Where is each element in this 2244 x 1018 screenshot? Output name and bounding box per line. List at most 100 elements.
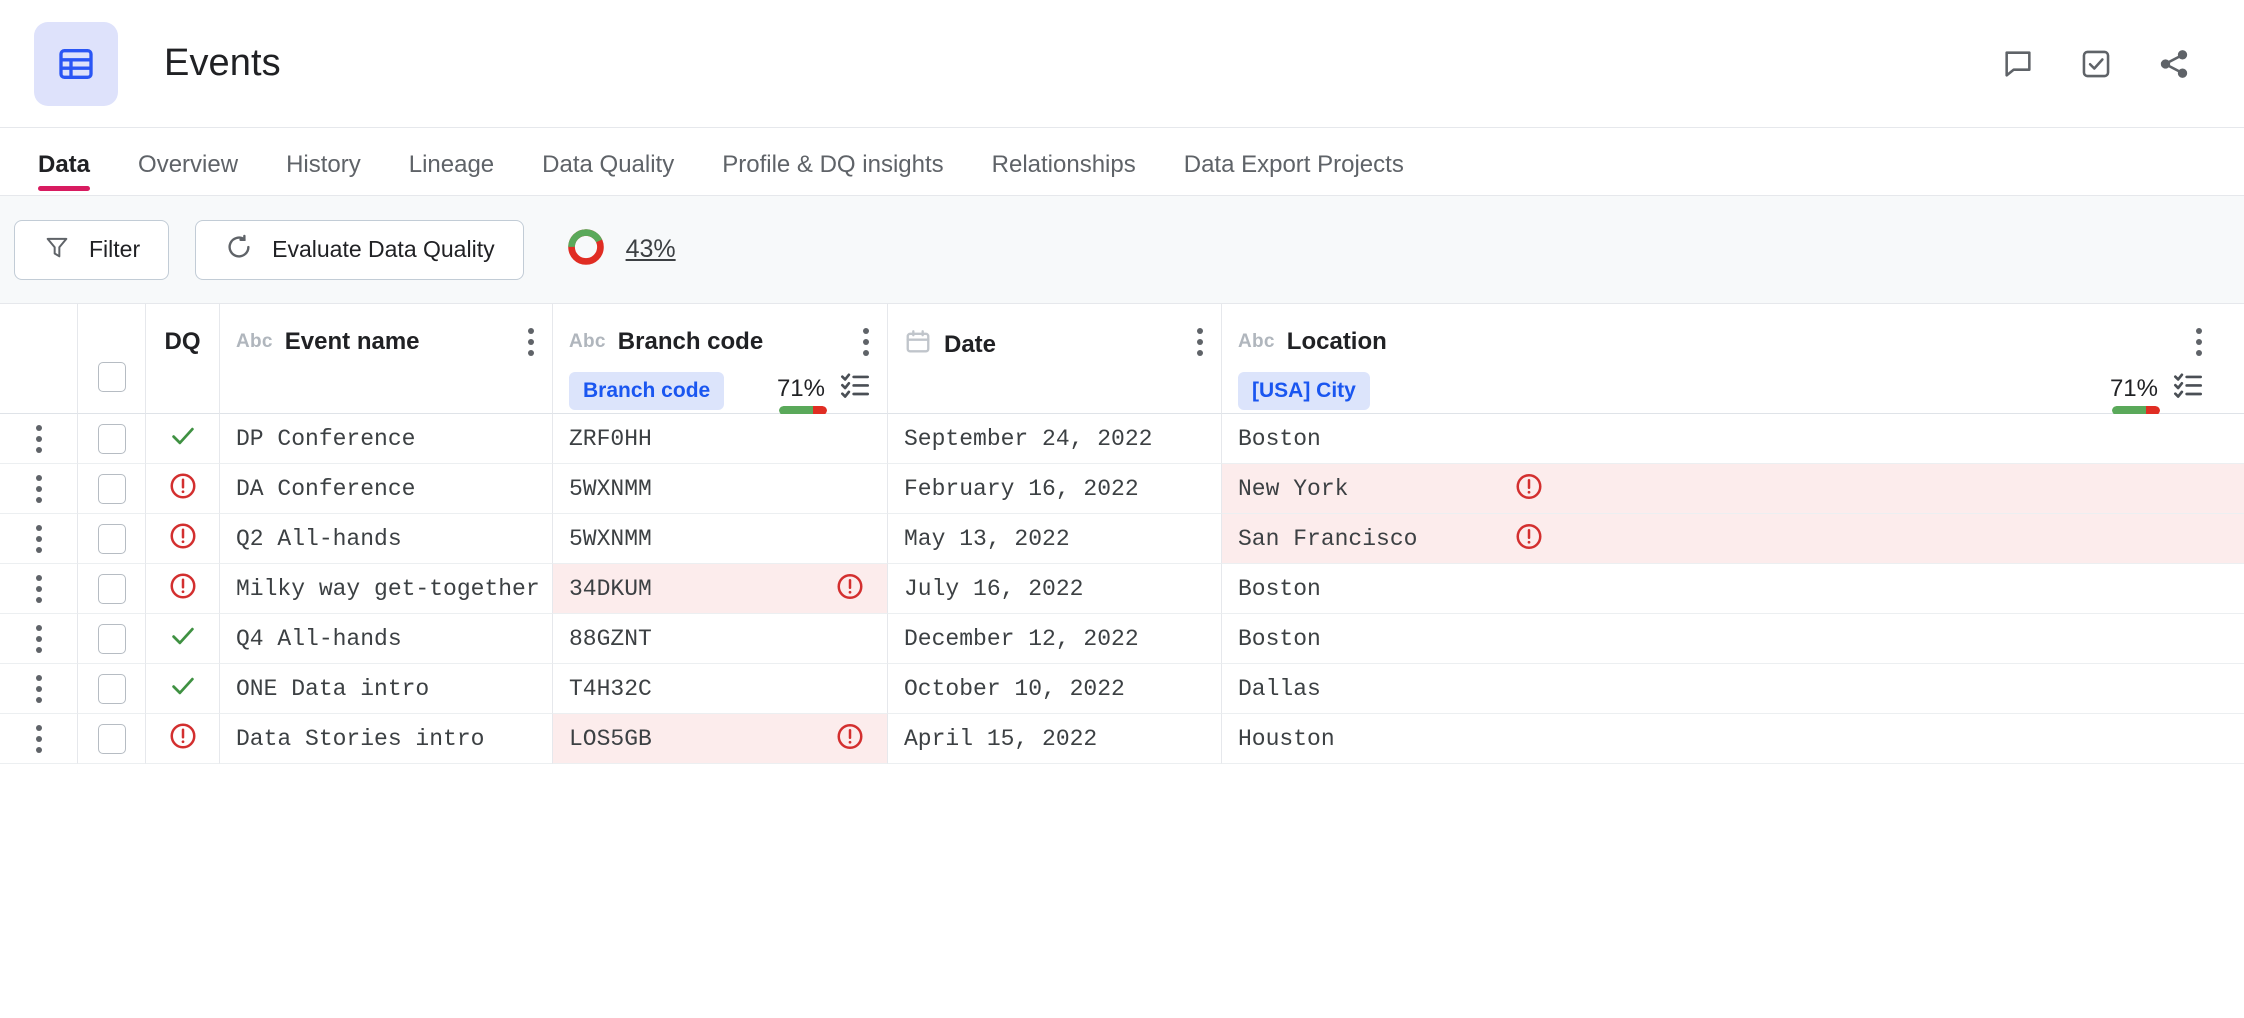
row-menu-cell[interactable] xyxy=(0,614,78,664)
row-kebab-icon[interactable] xyxy=(36,425,42,453)
row-checkbox[interactable] xyxy=(98,624,126,654)
row-checkbox[interactable] xyxy=(98,674,126,704)
share-icon[interactable] xyxy=(2154,44,2194,84)
cell-location[interactable]: Boston xyxy=(1222,614,2244,664)
event-name-value: DP Conference xyxy=(220,426,415,452)
cell-date[interactable]: July 16, 2022 xyxy=(888,564,1222,614)
cell-location[interactable]: San Francisco xyxy=(1222,514,2244,564)
cell-date[interactable]: October 10, 2022 xyxy=(888,664,1222,714)
cell-event-name[interactable]: ONE Data intro xyxy=(220,664,553,714)
row-kebab-icon[interactable] xyxy=(36,675,42,703)
row-menu-cell[interactable] xyxy=(0,414,78,464)
row-kebab-icon[interactable] xyxy=(36,725,42,753)
row-kebab-icon[interactable] xyxy=(36,475,42,503)
cell-branch-code[interactable]: 34DKUM xyxy=(553,564,888,614)
select-all-checkbox[interactable] xyxy=(98,362,126,392)
row-menu-cell[interactable] xyxy=(0,564,78,614)
cell-location[interactable]: New York xyxy=(1222,464,2244,514)
table-row[interactable]: DP Conference ZRF0HHSeptember 24, 2022Bos… xyxy=(0,414,2244,464)
row-kebab-icon[interactable] xyxy=(36,525,42,553)
cell-branch-code[interactable]: 5WXNMM xyxy=(553,464,888,514)
cell-date[interactable]: April 15, 2022 xyxy=(888,714,1222,764)
comment-icon[interactable] xyxy=(1998,44,2038,84)
cell-event-name[interactable]: DA Conference xyxy=(220,464,553,514)
tab-overview[interactable]: Overview xyxy=(114,151,262,195)
tab-data-export-projects[interactable]: Data Export Projects xyxy=(1160,151,1428,195)
cell-location[interactable]: Dallas xyxy=(1222,664,2244,714)
header-date: Date xyxy=(888,304,1222,414)
header-date-kebab-icon[interactable] xyxy=(1197,328,1203,356)
abc-type-icon: Abc xyxy=(236,331,273,353)
row-dq-cell xyxy=(146,664,220,714)
cell-error-icon xyxy=(1514,521,1544,556)
tab-data-quality[interactable]: Data Quality xyxy=(518,151,698,195)
branch-code-value: 5WXNMM xyxy=(553,526,652,552)
row-select-cell[interactable] xyxy=(78,664,146,714)
tab-history[interactable]: History xyxy=(262,151,385,195)
cell-branch-code[interactable]: T4H32C xyxy=(553,664,888,714)
row-checkbox[interactable] xyxy=(98,474,126,504)
cell-event-name[interactable]: Q4 All-hands xyxy=(220,614,553,664)
row-checkbox[interactable] xyxy=(98,424,126,454)
row-select-cell[interactable] xyxy=(78,614,146,664)
dq-donut-icon xyxy=(566,227,606,272)
table-row[interactable]: Q2 All-hands5WXNMM May 13, 2022San Franci… xyxy=(0,514,2244,564)
cell-branch-code[interactable]: 88GZNT xyxy=(553,614,888,664)
cell-date[interactable]: May 13, 2022 xyxy=(888,514,1222,564)
table-row[interactable]: Q4 All-hands88GZNT December 12, 2022Bosto… xyxy=(0,614,2244,664)
table-row[interactable]: Data Stories introLOS5GBApril 15, 2022 Ho… xyxy=(0,714,2244,764)
row-kebab-icon[interactable] xyxy=(36,575,42,603)
dq-score-label[interactable]: 43% xyxy=(626,235,676,264)
filter-label: Filter xyxy=(89,236,140,263)
tab-lineage[interactable]: Lineage xyxy=(385,151,518,195)
dq-fail-icon xyxy=(168,721,198,756)
cell-event-name[interactable]: DP Conference xyxy=(220,414,553,464)
cell-date[interactable]: September 24, 2022 xyxy=(888,414,1222,464)
header-event-name-kebab-icon[interactable] xyxy=(528,328,534,356)
filter-button[interactable]: Filter xyxy=(14,220,169,280)
header-branch-code-kebab-icon[interactable] xyxy=(863,328,869,356)
dq-score[interactable]: 43% xyxy=(566,227,676,272)
evaluate-data-quality-button[interactable]: Evaluate Data Quality xyxy=(195,220,523,280)
tab-data[interactable]: Data xyxy=(14,151,114,195)
date-value: April 15, 2022 xyxy=(888,726,1097,752)
cell-event-name[interactable]: Milky way get-together xyxy=(220,564,553,614)
cell-branch-code[interactable]: LOS5GB xyxy=(553,714,888,764)
branch-code-term-badge[interactable]: Branch code xyxy=(569,372,724,410)
row-select-cell[interactable] xyxy=(78,464,146,514)
row-select-cell[interactable] xyxy=(78,414,146,464)
table-row[interactable]: Milky way get-together34DKUMJuly 16, 202… xyxy=(0,564,2244,614)
tab-profile-dq-insights[interactable]: Profile & DQ insights xyxy=(698,151,967,195)
row-checkbox[interactable] xyxy=(98,574,126,604)
row-menu-cell[interactable] xyxy=(0,514,78,564)
checklist-icon[interactable] xyxy=(839,370,871,407)
row-select-cell[interactable] xyxy=(78,514,146,564)
row-dq-cell xyxy=(146,564,220,614)
checklist-icon[interactable] xyxy=(2172,370,2204,407)
row-menu-cell[interactable] xyxy=(0,464,78,514)
task-check-icon[interactable] xyxy=(2076,44,2116,84)
table-row[interactable]: DA Conference5WXNMMFebruary 16, 2022New … xyxy=(0,464,2244,514)
row-kebab-icon[interactable] xyxy=(36,625,42,653)
row-select-cell[interactable] xyxy=(78,714,146,764)
cell-branch-code[interactable]: 5WXNMM xyxy=(553,514,888,564)
location-term-badge[interactable]: [USA] City xyxy=(1238,372,1370,410)
branch-code-value: 88GZNT xyxy=(553,626,652,652)
cell-branch-code[interactable]: ZRF0HH xyxy=(553,414,888,464)
cell-location[interactable]: Boston xyxy=(1222,414,2244,464)
cell-date[interactable]: December 12, 2022 xyxy=(888,614,1222,664)
row-menu-cell[interactable] xyxy=(0,664,78,714)
cell-event-name[interactable]: Data Stories intro xyxy=(220,714,553,764)
row-checkbox[interactable] xyxy=(98,524,126,554)
cell-event-name[interactable]: Q2 All-hands xyxy=(220,514,553,564)
tab-relationships[interactable]: Relationships xyxy=(968,151,1160,195)
location-quality: 71% xyxy=(2110,370,2204,407)
row-menu-cell[interactable] xyxy=(0,714,78,764)
row-checkbox[interactable] xyxy=(98,724,126,754)
cell-date[interactable]: February 16, 2022 xyxy=(888,464,1222,514)
row-select-cell[interactable] xyxy=(78,564,146,614)
table-row[interactable]: ONE Data introT4H32COctober 10, 2022Dall… xyxy=(0,664,2244,714)
header-location-kebab-icon[interactable] xyxy=(2196,328,2202,356)
cell-location[interactable]: Houston xyxy=(1222,714,2244,764)
cell-location[interactable]: Boston xyxy=(1222,564,2244,614)
